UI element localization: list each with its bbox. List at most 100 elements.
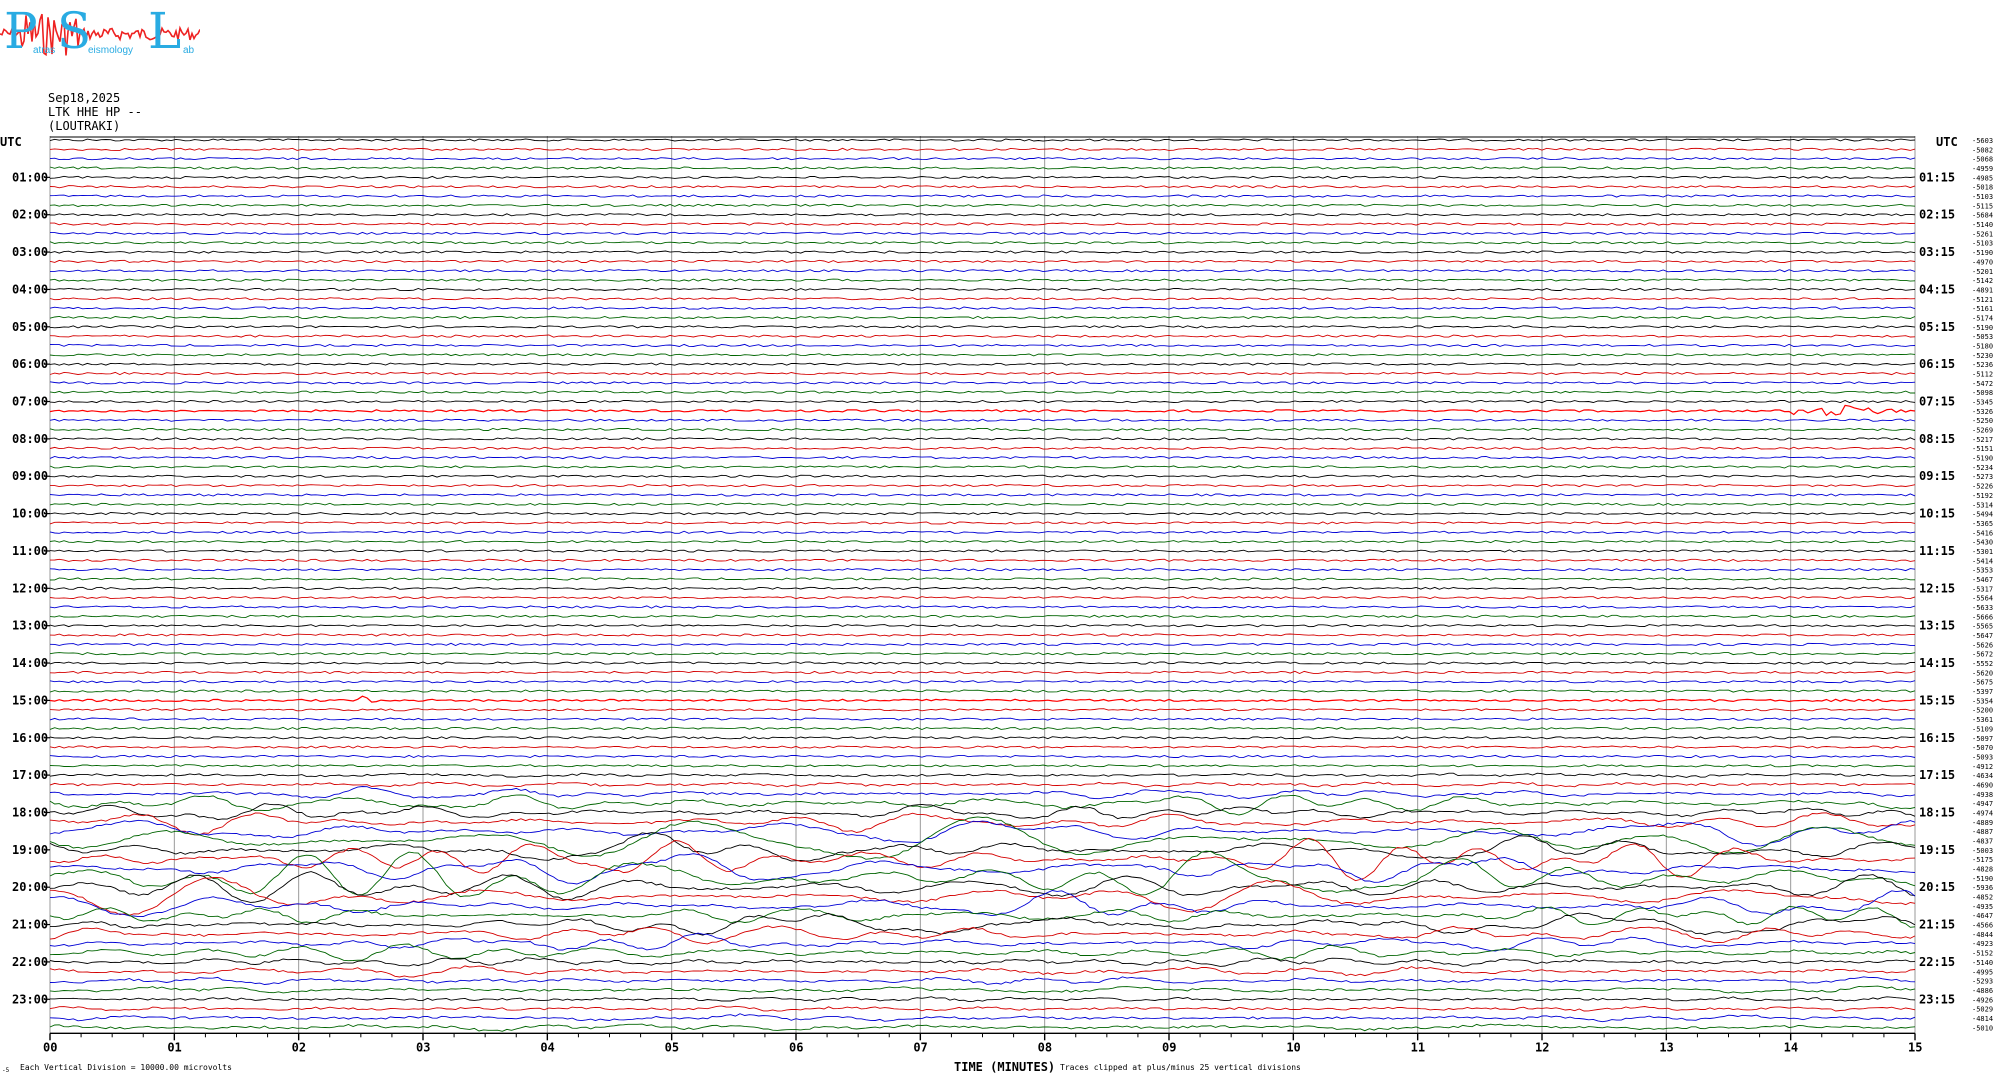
seismic-trace bbox=[49, 427, 1916, 432]
minute-tick-label: 02 bbox=[292, 1040, 306, 1054]
seismic-trace bbox=[49, 371, 1916, 376]
left-hour-label: 11:00 bbox=[12, 544, 48, 558]
seismic-trace bbox=[49, 633, 1915, 637]
seismic-trace bbox=[49, 147, 1916, 151]
seismic-trace bbox=[50, 996, 1916, 1003]
seismic-trace bbox=[49, 943, 1916, 962]
seismic-trace bbox=[49, 446, 1916, 450]
trace-offset-label: -5103 bbox=[1972, 240, 1993, 248]
trace-offset-label: -4938 bbox=[1972, 791, 1993, 799]
trace-offset-label: -5936 bbox=[1972, 884, 1993, 892]
seismic-trace bbox=[49, 465, 1916, 469]
trace-offset-label: -5230 bbox=[1972, 352, 1993, 360]
right-hour-label: 07:15 bbox=[1919, 395, 1955, 409]
trace-offset-label: -5250 bbox=[1972, 417, 1993, 425]
seismic-trace bbox=[49, 642, 1915, 646]
seismic-trace bbox=[49, 925, 1916, 945]
trace-offset-label: -5361 bbox=[1972, 716, 1993, 724]
minute-tick-label: 15 bbox=[1908, 1040, 1922, 1054]
left-hour-label: 14:00 bbox=[12, 656, 48, 670]
seismic-trace bbox=[49, 484, 1916, 488]
trace-offset-label: -4814 bbox=[1972, 1015, 1993, 1023]
trace-offset-label: -5140 bbox=[1972, 221, 1993, 229]
left-hour-label: 18:00 bbox=[12, 805, 48, 819]
trace-offset-label: -5301 bbox=[1972, 548, 1993, 556]
right-hour-label: 19:15 bbox=[1919, 843, 1955, 857]
right-hour-label: 05:15 bbox=[1919, 320, 1955, 334]
trace-offset-label: -5666 bbox=[1972, 613, 1993, 621]
left-hour-label: 23:00 bbox=[12, 992, 48, 1006]
trace-offset-label: -5190 bbox=[1972, 324, 1993, 332]
seismic-trace bbox=[49, 549, 1916, 553]
trace-offset-label: -5140 bbox=[1972, 959, 1993, 967]
trace-offset-label: -5414 bbox=[1972, 557, 1993, 565]
trace-offset-label: -4923 bbox=[1972, 940, 1993, 948]
seismic-trace bbox=[50, 231, 1916, 235]
trace-offset-label: -5010 bbox=[1972, 1024, 1993, 1032]
right-hour-label: 10:15 bbox=[1919, 507, 1955, 521]
seismic-trace bbox=[49, 661, 1915, 665]
seismic-trace bbox=[49, 1005, 1916, 1012]
seismic-trace bbox=[50, 222, 1916, 226]
seismic-trace bbox=[49, 325, 1916, 329]
trace-offset-label: -5029 bbox=[1972, 1006, 1993, 1014]
trace-offset-label: -5317 bbox=[1972, 585, 1993, 593]
seismic-trace bbox=[49, 905, 1916, 928]
seismic-trace bbox=[49, 456, 1916, 460]
minute-tick-label: 03 bbox=[416, 1040, 430, 1054]
seismic-trace bbox=[49, 726, 1916, 730]
seismic-trace bbox=[49, 278, 1916, 282]
trace-offset-label: -5353 bbox=[1972, 567, 1993, 575]
trace-offset-label: -4844 bbox=[1972, 931, 1993, 939]
trace-offset-label: -5633 bbox=[1972, 604, 1993, 612]
trace-offset-label: -5112 bbox=[1972, 371, 1993, 379]
seismic-trace bbox=[49, 957, 1916, 967]
right-hour-label: 14:15 bbox=[1919, 656, 1955, 670]
seismic-trace bbox=[49, 175, 1916, 179]
seismic-trace bbox=[49, 404, 1916, 417]
trace-offset-label: -4947 bbox=[1972, 800, 1993, 808]
trace-offset-label: -5226 bbox=[1972, 483, 1993, 491]
left-hour-label: 21:00 bbox=[12, 918, 48, 932]
seismic-trace bbox=[49, 287, 1916, 291]
trace-offset-label: -5236 bbox=[1972, 361, 1993, 369]
right-hour-label: 20:15 bbox=[1919, 880, 1955, 894]
seismic-trace bbox=[49, 745, 1916, 749]
right-hour-label: 09:15 bbox=[1919, 469, 1955, 483]
trace-offset-label: -5190 bbox=[1972, 875, 1993, 883]
seismic-trace bbox=[49, 717, 1916, 721]
seismic-trace bbox=[49, 138, 1916, 142]
right-hour-label: 22:15 bbox=[1919, 955, 1955, 969]
trace-offset-label: -5430 bbox=[1972, 539, 1993, 547]
trace-offset-label: -5603 bbox=[1972, 137, 1993, 145]
trace-offset-label: -5070 bbox=[1972, 744, 1993, 752]
seismic-trace bbox=[50, 269, 1916, 273]
trace-offset-label: -5190 bbox=[1972, 249, 1993, 257]
trace-offset-label: -5161 bbox=[1972, 305, 1993, 313]
seismic-trace bbox=[49, 185, 1916, 189]
left-hour-label: 17:00 bbox=[12, 768, 48, 782]
right-hour-label: 13:15 bbox=[1919, 619, 1955, 633]
trace-offset-label: -5098 bbox=[1972, 389, 1993, 397]
trace-offset-label: -4647 bbox=[1972, 912, 1993, 920]
seismic-trace bbox=[49, 670, 1916, 674]
seismic-trace bbox=[49, 708, 1916, 712]
seismic-trace bbox=[49, 781, 1916, 788]
seismic-trace bbox=[49, 250, 1916, 254]
left-hour-label: 20:00 bbox=[12, 880, 48, 894]
seismic-trace bbox=[49, 568, 1916, 572]
minute-tick-label: 12 bbox=[1535, 1040, 1549, 1054]
minute-tick-label: 05 bbox=[665, 1040, 679, 1054]
seismic-trace bbox=[49, 399, 1916, 404]
seismic-trace bbox=[49, 837, 1916, 882]
seismic-trace bbox=[49, 166, 1916, 170]
trace-offset-label: -5068 bbox=[1972, 156, 1993, 164]
trace-offset-label: -5180 bbox=[1972, 342, 1993, 350]
seismic-trace bbox=[49, 474, 1916, 478]
trace-offset-label: -5175 bbox=[1972, 856, 1993, 864]
seismic-trace bbox=[49, 586, 1916, 590]
seismic-trace bbox=[49, 334, 1916, 338]
trace-offset-label: -4891 bbox=[1972, 286, 1993, 294]
trace-offset-label: -4634 bbox=[1972, 772, 1993, 780]
trace-offset-label: -5293 bbox=[1972, 978, 1993, 986]
